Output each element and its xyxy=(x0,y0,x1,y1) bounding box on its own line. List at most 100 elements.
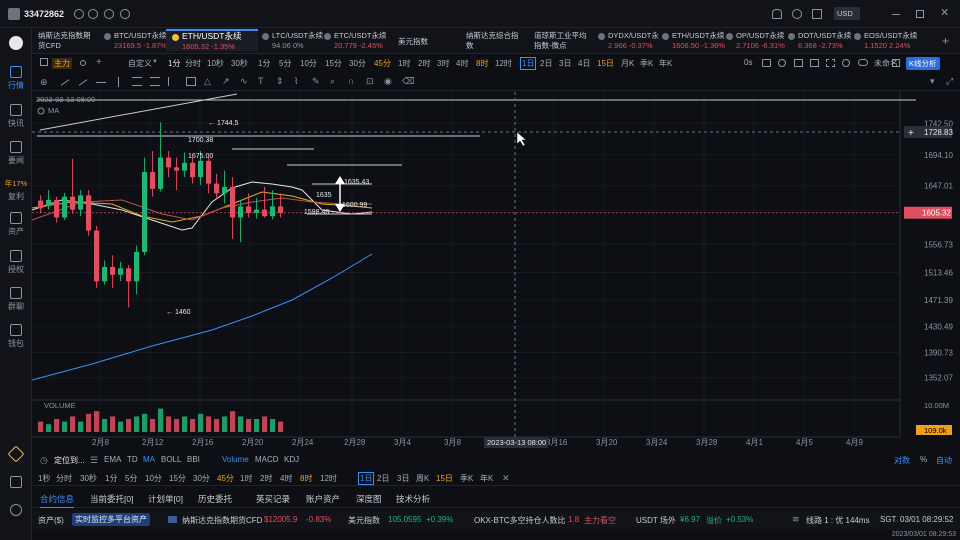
interval-2h[interactable]: 2时 xyxy=(418,58,430,69)
interval-10m[interactable]: 10分 xyxy=(300,58,317,69)
interval-8h[interactable]: 8时 xyxy=(476,58,488,69)
ticker-item[interactable]: ETH/USDT永续 1606.50 -1.36% xyxy=(662,31,725,53)
interval-year[interactable]: 年K xyxy=(480,473,493,484)
maximize-icon[interactable] xyxy=(916,10,924,18)
fullscreen-icon[interactable] xyxy=(826,59,835,67)
interval-1d[interactable]: 1日 xyxy=(358,472,375,485)
interval-8h[interactable]: 8时 xyxy=(300,473,312,484)
avatar[interactable] xyxy=(8,8,20,20)
tab-current-orders[interactable]: 当前委托[0] xyxy=(90,493,133,505)
sidebar-item-wallet[interactable]: 钱包 xyxy=(0,324,32,349)
interval-1m[interactable]: 1分 xyxy=(168,58,180,69)
interval-3d[interactable]: 3日 xyxy=(559,58,571,69)
indicator-list-icon[interactable]: ☰ xyxy=(90,455,98,466)
interval-2d[interactable]: 2日 xyxy=(540,58,552,69)
percent-toggle[interactable]: % xyxy=(920,455,927,464)
okx-ratio-label[interactable]: OKX-BTC多空持仓人数比 xyxy=(474,515,566,526)
rect-tool-icon[interactable] xyxy=(186,77,196,86)
gear-icon[interactable] xyxy=(842,59,850,67)
shirt-icon[interactable] xyxy=(812,9,822,19)
indicator-volume[interactable]: Volume xyxy=(222,455,249,464)
vline-tool-icon[interactable] xyxy=(118,77,119,87)
auto-scale-toggle[interactable]: 自动 xyxy=(936,455,952,466)
interval-10s[interactable]: 10秒 xyxy=(207,58,224,69)
minimize-icon[interactable] xyxy=(892,14,900,15)
pitchfork-tool-icon[interactable] xyxy=(168,77,178,86)
unnamed-dropdown[interactable]: 未命名 xyxy=(874,58,898,69)
interval-quarter[interactable]: 季K xyxy=(640,58,653,69)
currency-select[interactable]: USD xyxy=(834,7,860,20)
undo-icon[interactable] xyxy=(778,59,786,67)
indicator-ma[interactable]: MA xyxy=(143,455,155,464)
sidebar-item-market[interactable]: 行情 xyxy=(0,66,32,91)
arrow-tool-icon[interactable]: ↗ xyxy=(222,76,230,87)
text-tool-icon[interactable]: T xyxy=(258,76,264,86)
interval-3h[interactable]: 3时 xyxy=(437,58,449,69)
interval-12h[interactable]: 12时 xyxy=(495,58,512,69)
bell-icon[interactable] xyxy=(772,9,782,19)
interval-1s[interactable]: 1秒 xyxy=(38,473,50,484)
interval-2h[interactable]: 2时 xyxy=(260,473,272,484)
sidebar-item-authorize[interactable]: 授权 xyxy=(0,250,32,275)
interval-30s[interactable]: 30秒 xyxy=(231,58,248,69)
interval-15d[interactable]: 15日 xyxy=(597,58,614,69)
interval-timeshare[interactable]: 分时 xyxy=(185,58,201,69)
lock-icon[interactable]: ⊡ xyxy=(366,76,374,87)
interval-1m[interactable]: 1分 xyxy=(105,473,117,484)
line-tool-icon[interactable] xyxy=(60,79,70,86)
discord-icon[interactable] xyxy=(104,9,114,19)
interval-4h[interactable]: 4时 xyxy=(456,58,468,69)
channel-tool-icon[interactable] xyxy=(132,77,142,86)
tab-plan-orders[interactable]: 计划单[0] xyxy=(148,493,183,505)
indicator-ema[interactable]: EMA xyxy=(104,455,121,464)
interval-3d[interactable]: 3日 xyxy=(397,473,409,484)
sidebar-diamond[interactable] xyxy=(0,445,32,463)
telegram-icon[interactable] xyxy=(88,9,98,19)
tab-contract-info[interactable]: 合约信息 xyxy=(40,493,75,508)
camera-icon[interactable] xyxy=(762,59,771,67)
tab-trade-records[interactable]: 英买记录 xyxy=(256,493,290,505)
logo-icon[interactable] xyxy=(9,36,23,50)
tab-account-assets[interactable]: 账户资产 xyxy=(306,493,340,505)
search-icon[interactable] xyxy=(792,9,802,19)
plus-icon[interactable]: + xyxy=(96,57,102,68)
locate-button[interactable]: 定位到... xyxy=(54,455,85,466)
interval-10m[interactable]: 10分 xyxy=(145,473,162,484)
interval-2d[interactable]: 2日 xyxy=(377,473,389,484)
add-ticker-icon[interactable]: + xyxy=(942,34,949,48)
nasdaq-name[interactable]: 纳斯达克指数期货CFD xyxy=(182,515,262,526)
candlestick-chart[interactable]: 1742.501694.101647.011556.731513.461471.… xyxy=(32,92,960,452)
ray-tool-icon[interactable] xyxy=(78,79,88,86)
wave-tool-icon[interactable]: ∿ xyxy=(240,76,248,87)
ticker-item[interactable]: 纳斯达克指数期 货CFD xyxy=(38,31,91,53)
interval-year[interactable]: 年K xyxy=(659,58,672,69)
tab-technical-analysis[interactable]: 技术分析 xyxy=(396,493,430,505)
custom-dropdown[interactable]: 自定义 xyxy=(128,58,152,69)
sidebar-item-news-flash[interactable]: 快讯 xyxy=(0,104,32,129)
close-icon[interactable]: ✕ xyxy=(940,6,949,19)
magnet-icon[interactable]: ∩ xyxy=(348,76,354,86)
cloud-icon[interactable] xyxy=(858,59,868,66)
interval-4h[interactable]: 4时 xyxy=(280,473,292,484)
ticker-item-active[interactable]: ETH/USDT永续 1605.32 -1.35% xyxy=(166,29,258,51)
x-icon[interactable] xyxy=(74,9,84,19)
sidebar-item-chat[interactable]: 群聊 xyxy=(0,287,32,312)
hline-tool-icon[interactable] xyxy=(96,82,106,83)
interval-1min[interactable]: 1分 xyxy=(258,58,270,69)
tab-depth-chart[interactable]: 深度图 xyxy=(356,493,382,505)
interval-15m[interactable]: 15分 xyxy=(325,58,342,69)
ticker-item[interactable]: LTC/USDT永续 94.06 0% xyxy=(262,31,323,53)
layout-icon[interactable] xyxy=(810,59,819,67)
sidebar-settings[interactable] xyxy=(0,504,32,518)
indicator-bbi[interactable]: BBI xyxy=(187,455,200,464)
zoom-tool-icon[interactable]: ⌕ xyxy=(330,76,335,87)
trash-icon[interactable]: ⌫ xyxy=(402,76,415,87)
ticker-item[interactable]: DYDX/USDT永 2.966 -0.37% xyxy=(598,31,659,53)
expand-icon[interactable]: ⤢ xyxy=(946,76,953,87)
ticker-item[interactable]: 道琼斯工业平均 指数-微点 xyxy=(534,31,587,53)
indicator-boll[interactable]: BOLL xyxy=(161,455,181,464)
realtime-monitor-button[interactable]: 实时监控多平台资产 xyxy=(72,513,150,526)
interval-5m[interactable]: 5分 xyxy=(125,473,137,484)
interval-4d[interactable]: 4日 xyxy=(578,58,590,69)
sidebar-item-compound[interactable]: 年17% 复利 xyxy=(0,178,32,202)
